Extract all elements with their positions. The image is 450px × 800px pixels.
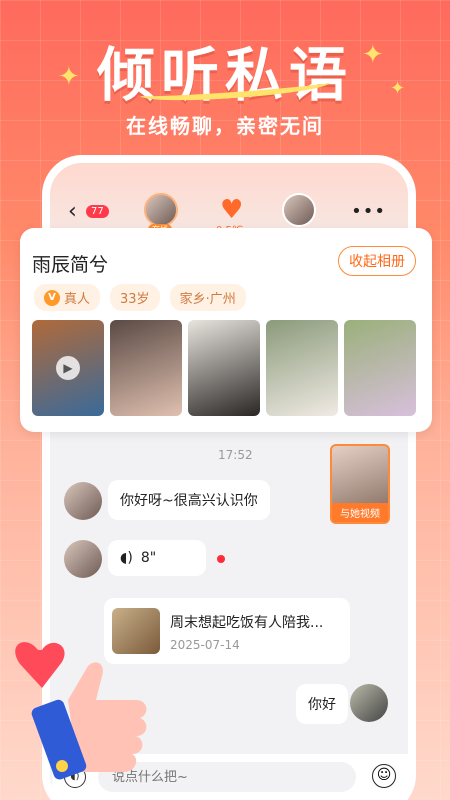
album-photo[interactable] [344, 320, 416, 416]
unplayed-dot [217, 555, 225, 563]
more-icon[interactable]: ••• [351, 201, 386, 222]
album-photo[interactable] [188, 320, 260, 416]
link-title: 周末想起吃饭有人陪我... [170, 615, 324, 631]
photo-album: ▶ [32, 320, 416, 416]
tag-age: 33岁 [110, 284, 160, 311]
profile-tags: V 真人 33岁 家乡·广州 [34, 284, 246, 311]
video-call-label[interactable]: 与她视频 [332, 503, 388, 522]
collapse-album-button[interactable]: 收起相册 [338, 246, 416, 276]
avatar-self[interactable] [282, 193, 316, 227]
thumbs-up-icon [15, 642, 147, 780]
avatar-partner[interactable] [144, 193, 178, 227]
chat-avatar-self[interactable] [350, 684, 388, 722]
message-bubble: 你好呀~很高兴认识你 [108, 480, 270, 520]
banner-headline: 倾听私语 [96, 41, 353, 109]
album-photo[interactable] [110, 320, 182, 416]
profile-name: 雨辰简兮 [32, 254, 109, 276]
voice-message[interactable]: ◖) 8" [108, 540, 206, 576]
tag-hometown: 家乡·广州 [169, 284, 246, 311]
message-bubble-self: 你好 [296, 684, 348, 724]
voice-wave-icon: ◖) [120, 550, 133, 566]
banner-subline: 在线畅聊，亲密无间 [126, 114, 324, 138]
unread-badge: 77 [86, 205, 109, 218]
video-call-thumbnail[interactable]: 与她视频 [330, 444, 390, 524]
album-photo[interactable] [266, 320, 338, 416]
verified-icon: V [44, 289, 60, 306]
heart-icon: ♥ [220, 195, 244, 225]
play-icon[interactable]: ▶ [56, 356, 80, 380]
chat-timestamp: 17:52 [218, 448, 253, 462]
chat-avatar[interactable] [64, 482, 102, 520]
album-photo[interactable]: ▶ [32, 320, 104, 416]
chat-avatar[interactable] [64, 540, 102, 578]
emoji-icon[interactable]: ☺ [372, 764, 396, 788]
link-date: 2025-07-14 [170, 638, 240, 652]
profile-card: 雨辰简兮 收起相册 V 真人 33岁 家乡·广州 ▶ [20, 228, 432, 432]
tag-verified: V 真人 [34, 284, 101, 311]
back-icon[interactable]: ‹ [68, 199, 77, 224]
